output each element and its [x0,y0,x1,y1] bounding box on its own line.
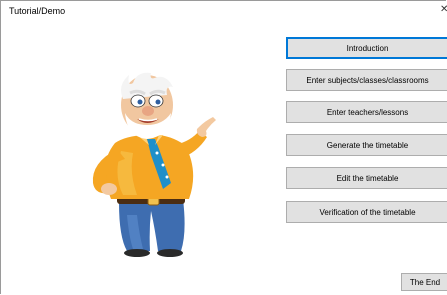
introduction-button[interactable]: Introduction [286,37,447,59]
the-end-button[interactable]: The End [401,273,447,291]
enter-subjects-classes-classrooms-button[interactable]: Enter subjects/classes/classrooms [286,69,447,91]
pointing-old-man-mascot-icon [92,72,216,257]
generate-timetable-button[interactable]: Generate the timetable [286,134,447,156]
close-icon[interactable]: ✕ [440,5,447,15]
edit-timetable-button[interactable]: Edit the timetable [286,167,447,189]
window-title: Tutorial/Demo [9,6,66,16]
enter-teachers-lessons-button[interactable]: Enter teachers/lessons [286,101,447,123]
verification-timetable-button[interactable]: Verification of the timetable [286,201,447,223]
title-bar: Tutorial/Demo ✕ [1,1,447,23]
tutorial-window: Tutorial/Demo ✕ Introduction Enter subje… [0,0,447,294]
